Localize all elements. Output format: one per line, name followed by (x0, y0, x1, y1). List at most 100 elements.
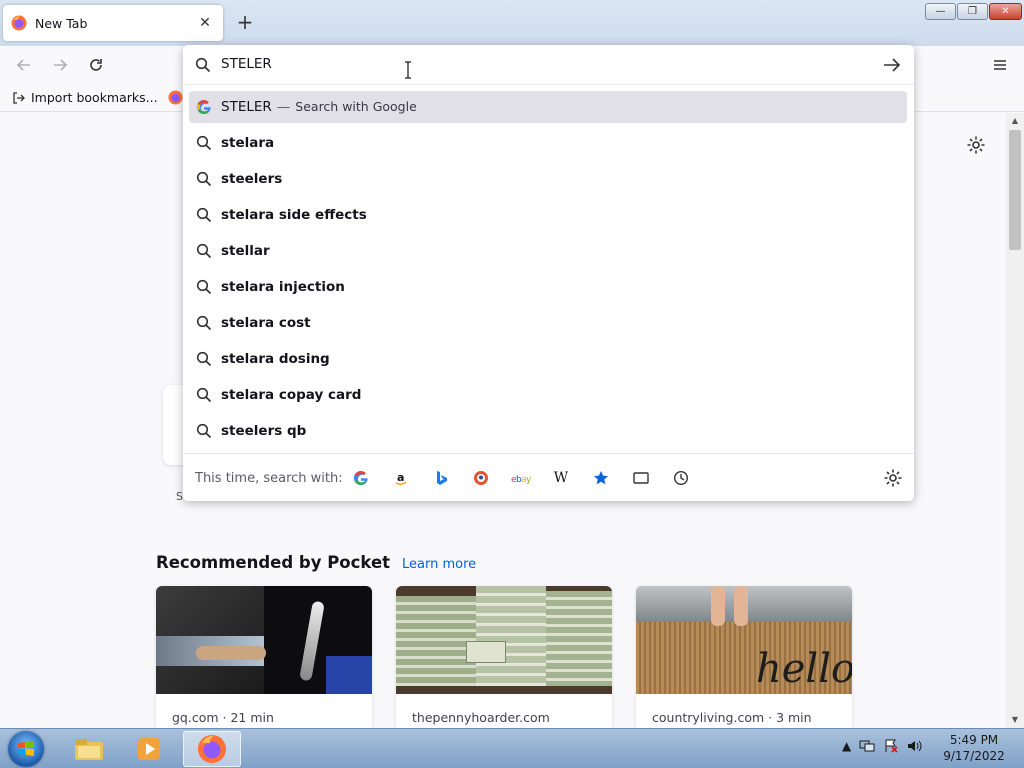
bookmarks-icon[interactable] (591, 468, 611, 488)
maximize-button[interactable]: ❐ (957, 3, 988, 20)
suggestion-action: Search with Google (295, 99, 417, 114)
pocket-card[interactable]: gq.com · 21 min (156, 586, 372, 728)
suggestion-label: stelara injection (221, 279, 345, 295)
suggestion-label: stelara cost (221, 315, 311, 331)
gear-icon[interactable] (966, 135, 986, 155)
search-icon (196, 207, 212, 223)
firefox-icon (168, 90, 183, 105)
volume-icon[interactable] (907, 739, 923, 753)
taskbar-firefox[interactable] (183, 731, 241, 767)
suggestion-item[interactable]: stelara (189, 127, 907, 159)
suggestion-label: stelara side effects (221, 207, 367, 223)
duckduckgo-icon[interactable] (471, 468, 491, 488)
reload-icon (90, 59, 102, 71)
app-menu-button[interactable] (988, 54, 1012, 76)
bookmark-import[interactable]: Import bookmarks... (12, 90, 158, 105)
import-icon (13, 91, 25, 104)
suggestion-item[interactable]: stelara copay card (189, 379, 907, 411)
pocket-card-source: gq.com · 21 min (172, 710, 274, 725)
pocket-header: Recommended by Pocket Learn more (156, 553, 476, 572)
search-icon (196, 387, 212, 403)
start-button[interactable] (8, 731, 44, 767)
forward-button[interactable] (48, 54, 72, 76)
close-window-button[interactable]: ✕ (989, 3, 1022, 20)
forward-arrow-icon (54, 59, 68, 71)
back-button[interactable] (12, 54, 36, 76)
svg-text:a: a (397, 471, 404, 484)
pocket-card[interactable]: hello countryliving.com · 3 min (636, 586, 852, 728)
close-tab-icon[interactable]: ✕ (195, 13, 215, 33)
suggestion-label: stelara (221, 135, 275, 151)
show-hidden-icons-icon[interactable]: ▲ (842, 739, 851, 753)
scroll-thumb[interactable] (1009, 130, 1021, 250)
scroll-up-arrow-icon[interactable]: ▲ (1010, 116, 1020, 126)
pocket-card-image: hello (636, 586, 852, 694)
pocket-card[interactable]: thepennyhoarder.com (396, 586, 612, 728)
suggestion-label: stellar (221, 243, 270, 259)
pocket-card-image (156, 586, 372, 694)
folder-icon (75, 739, 103, 760)
history-icon[interactable] (671, 468, 691, 488)
suggestion-item[interactable]: steelers (189, 163, 907, 195)
search-icon (196, 423, 212, 439)
network-icon[interactable] (859, 739, 875, 753)
system-tray: ▲ (842, 739, 923, 753)
suggestion-search-google[interactable]: STELER — Search with Google (189, 91, 907, 123)
search-icon (196, 135, 212, 151)
pocket-title: Recommended by Pocket (156, 553, 391, 572)
title-bar: New Tab ✕ + — ❐ ✕ (0, 0, 1024, 46)
text-cursor-icon (405, 61, 411, 79)
scroll-down-arrow-icon[interactable]: ▼ (1010, 715, 1020, 725)
address-input[interactable]: STELER (221, 56, 272, 72)
search-icon (196, 315, 212, 331)
pocket-card-image (396, 586, 612, 694)
taskbar-media-player[interactable] (120, 731, 178, 767)
pocket-card-source: thepennyhoarder.com (412, 710, 550, 725)
suggestion-label: stelara dosing (221, 351, 330, 367)
address-bar[interactable]: STELER (183, 45, 914, 85)
amazon-icon[interactable]: a (391, 468, 411, 488)
suggestion-item[interactable]: stelara dosing (189, 343, 907, 375)
suggestion-label: stelara copay card (221, 387, 362, 403)
taskbar: ▲ 5:49 PM 9/17/2022 (0, 728, 1024, 768)
system-clock[interactable]: 5:49 PM 9/17/2022 (940, 732, 1008, 764)
tab-title: New Tab (35, 15, 88, 31)
firefox-icon (11, 15, 27, 31)
shortcut-label: S (176, 490, 183, 503)
search-icon (196, 279, 212, 295)
one-off-search-bar: This time, search with: a ebay W (183, 453, 914, 501)
suggestion-label: steelers (221, 171, 283, 187)
suggestion-label: steelers qb (221, 423, 307, 439)
new-tab-button[interactable]: + (233, 10, 257, 34)
clock-date: 9/17/2022 (943, 749, 1005, 763)
learn-more-link[interactable]: Learn more (402, 557, 476, 572)
suggestion-label: STELER — Search with Google (221, 99, 417, 115)
tab-new-tab[interactable]: New Tab ✕ (3, 5, 223, 41)
minimize-button[interactable]: — (925, 3, 956, 20)
suggestion-item[interactable]: stelara cost (189, 307, 907, 339)
tabs-icon[interactable] (631, 468, 651, 488)
pocket-card-source: countryliving.com · 3 min (652, 710, 812, 725)
suggestion-item[interactable]: stellar (189, 235, 907, 267)
search-icon (196, 351, 212, 367)
search-icon (196, 243, 212, 259)
ebay-icon[interactable]: ebay (511, 468, 531, 488)
suggestion-separator: — (276, 99, 291, 115)
search-settings-gear-icon[interactable] (883, 468, 903, 488)
media-player-icon (138, 738, 160, 760)
suggestion-item[interactable]: stelara side effects (189, 199, 907, 231)
google-icon[interactable] (351, 468, 371, 488)
search-icon (196, 171, 212, 187)
go-arrow-icon[interactable] (883, 57, 901, 73)
search-icon (195, 57, 211, 73)
reload-button[interactable] (84, 54, 108, 76)
suggestion-item[interactable]: stelara injection (189, 271, 907, 303)
page-scrollbar[interactable]: ▲ ▼ (1006, 113, 1024, 728)
taskbar-explorer[interactable] (60, 731, 118, 767)
hamburger-menu-icon (994, 60, 1006, 70)
bing-icon[interactable] (431, 468, 451, 488)
action-center-flag-icon[interactable] (883, 739, 899, 753)
wikipedia-icon[interactable]: W (551, 468, 571, 488)
suggestion-item[interactable]: steelers qb (189, 415, 907, 447)
bookmark-import-label: Import bookmarks... (31, 90, 158, 105)
